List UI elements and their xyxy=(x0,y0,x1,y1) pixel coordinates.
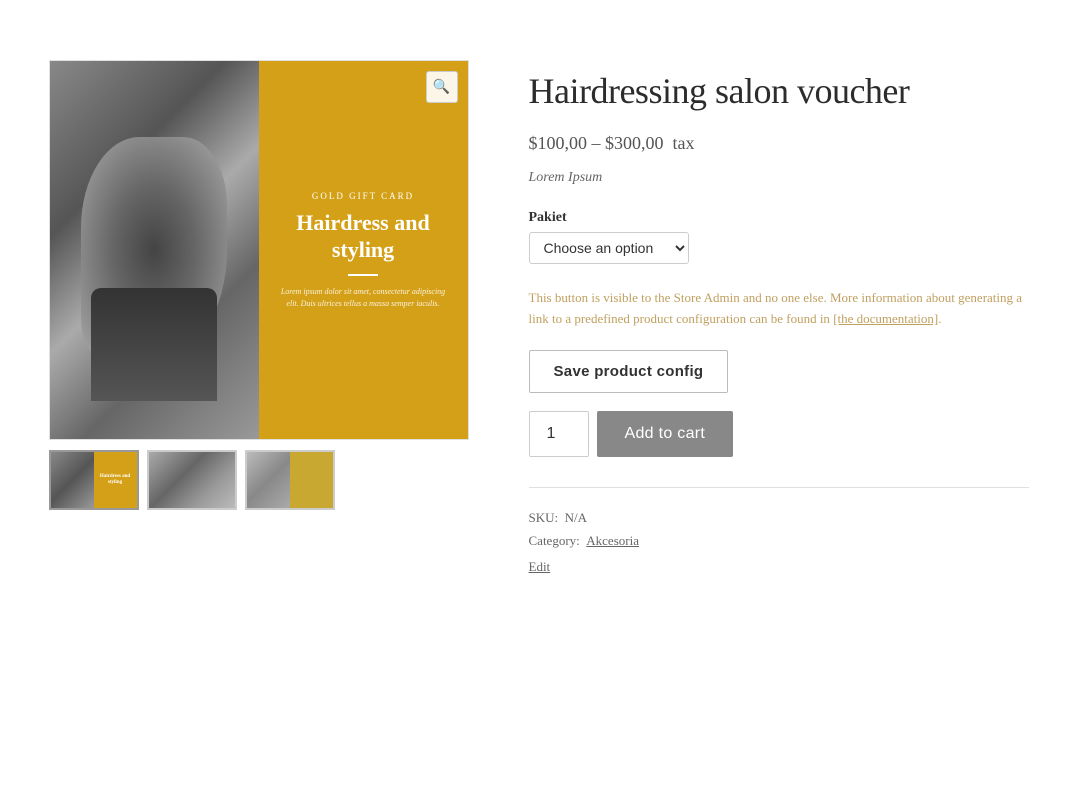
product-gallery: GOLD GIFT CARD Hairdress and styling Lor… xyxy=(49,60,469,576)
price-suffix: tax xyxy=(673,133,695,153)
thumb1-bw xyxy=(51,452,94,508)
thumbnail-2[interactable] xyxy=(147,450,237,510)
thumbnail-1[interactable]: Hairdress and styling xyxy=(49,450,139,510)
thumbnail-3[interactable] xyxy=(245,450,335,510)
main-image-inner: GOLD GIFT CARD Hairdress and styling Lor… xyxy=(50,61,468,439)
category-row: Category: Akcesoria xyxy=(529,529,1029,552)
add-to-cart-button[interactable]: Add to cart xyxy=(597,411,734,457)
thumb1-text: Hairdress and styling xyxy=(94,472,137,489)
admin-notice: This button is visible to the Store Admi… xyxy=(529,288,1029,330)
thumb3-gold xyxy=(290,452,333,508)
thumb1-gold: Hairdress and styling xyxy=(94,452,137,508)
documentation-link[interactable]: [the documentation] xyxy=(833,311,938,326)
main-image: GOLD GIFT CARD Hairdress and styling Lor… xyxy=(49,60,469,440)
product-description: Lorem Ipsum xyxy=(529,170,1029,186)
sku-value: N/A xyxy=(565,510,587,525)
category-link[interactable]: Akcesoria xyxy=(586,533,639,548)
save-config-button[interactable]: Save product config xyxy=(529,350,729,393)
product-price: $100,00 – $300,00 tax xyxy=(529,133,1029,154)
image-gold-half: GOLD GIFT CARD Hairdress and styling Lor… xyxy=(259,61,468,439)
image-bw-half xyxy=(50,61,259,439)
price-range: $100,00 – $300,00 xyxy=(529,133,664,153)
thumb3-left xyxy=(247,452,290,508)
zoom-button[interactable]: 🔍 xyxy=(426,71,458,103)
product-title: Hairdressing salon voucher xyxy=(529,70,1029,113)
category-label: Category: xyxy=(529,533,580,548)
thumb2-bw xyxy=(149,452,235,508)
admin-notice-text2: . xyxy=(938,311,941,326)
thumbnail-list: Hairdress and styling xyxy=(49,450,469,510)
cart-row: Add to cart xyxy=(529,411,1029,457)
gift-card-body: Lorem ipsum dolor sit amet, consectetur … xyxy=(275,286,452,310)
admin-notice-text1: This button is visible to the Store Admi… xyxy=(529,290,1023,326)
option-group: Pakiet Choose an option xyxy=(529,210,1029,264)
option-label: Pakiet xyxy=(529,210,1029,226)
page-wrapper: GOLD GIFT CARD Hairdress and styling Lor… xyxy=(0,0,1077,636)
save-config-wrapper: Save product config xyxy=(529,350,1029,411)
pakiet-select[interactable]: Choose an option xyxy=(529,232,689,264)
sku-label: SKU: xyxy=(529,510,559,525)
meta-divider xyxy=(529,487,1029,488)
product-info: Hairdressing salon voucher $100,00 – $30… xyxy=(529,60,1029,576)
sku-row: SKU: N/A xyxy=(529,506,1029,529)
gift-card-label: GOLD GIFT CARD xyxy=(312,191,414,201)
gift-card-divider xyxy=(348,274,378,276)
edit-link[interactable]: Edit xyxy=(529,559,551,575)
gift-card-title: Hairdress and styling xyxy=(275,209,452,264)
quantity-input[interactable] xyxy=(529,411,589,457)
product-meta: SKU: N/A Category: Akcesoria xyxy=(529,506,1029,553)
product-layout: GOLD GIFT CARD Hairdress and styling Lor… xyxy=(49,60,1029,576)
